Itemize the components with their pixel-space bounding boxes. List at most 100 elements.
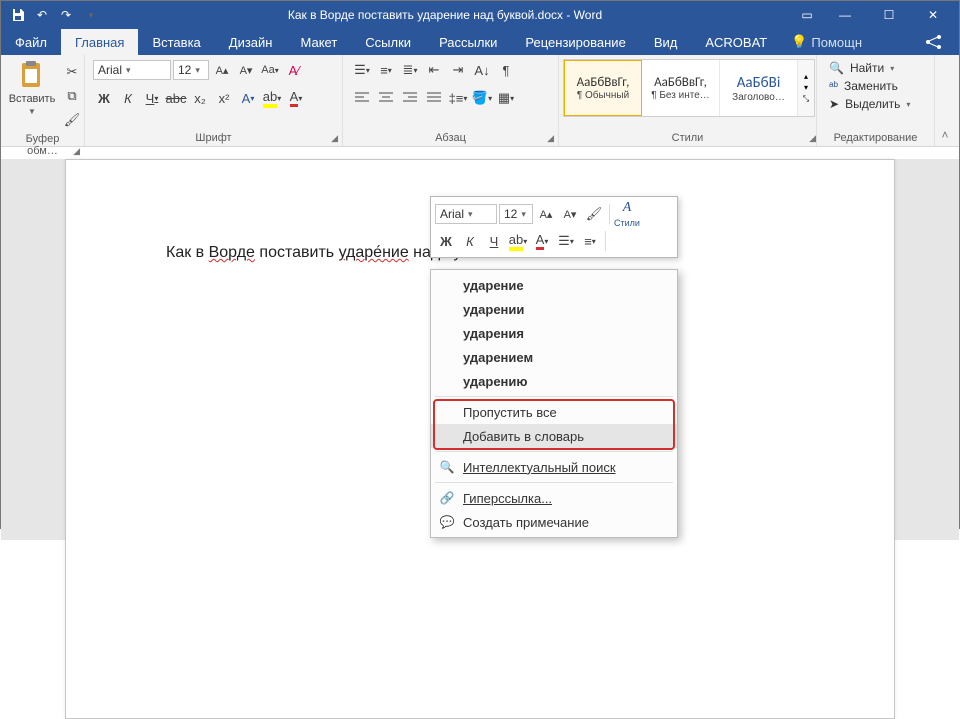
strike-button[interactable]: abc xyxy=(165,87,187,109)
suggestion-item[interactable]: ударении xyxy=(431,297,677,321)
collapse-ribbon-icon[interactable]: ˄ xyxy=(935,55,955,146)
font-size-combo[interactable]: 12▾ xyxy=(173,60,209,80)
tab-view[interactable]: Вид xyxy=(640,29,692,55)
suggestion-item[interactable]: ударением xyxy=(431,345,677,369)
tab-mailings[interactable]: Рассылки xyxy=(425,29,511,55)
numbering-icon[interactable]: ≡▾ xyxy=(375,59,397,81)
paragraph-launcher-icon[interactable]: ◢ xyxy=(547,133,554,144)
mini-underline-button[interactable]: Ч xyxy=(483,230,505,252)
misspelled-word[interactable]: Ворде xyxy=(209,244,255,261)
superscript-button[interactable]: x² xyxy=(213,87,235,109)
misspelled-word[interactable]: ударе́ние xyxy=(339,244,409,261)
tab-references[interactable]: Ссылки xyxy=(351,29,425,55)
tab-design[interactable]: Дизайн xyxy=(215,29,287,55)
grow-font-icon[interactable]: A▴ xyxy=(211,59,233,81)
select-button[interactable]: ➤Выделить ▾ xyxy=(825,95,914,113)
mini-numbering-icon[interactable]: ≡▾ xyxy=(579,230,601,252)
align-right-icon[interactable] xyxy=(399,87,421,109)
mini-format-painter-icon[interactable]: 🖌 xyxy=(583,203,605,225)
show-marks-icon[interactable]: ¶ xyxy=(495,59,517,81)
mini-shrink-font-icon[interactable]: A▾ xyxy=(559,203,581,225)
add-to-dictionary-item[interactable]: Добавить в словарь xyxy=(431,424,677,448)
multilevel-icon[interactable]: ≣▾ xyxy=(399,59,421,81)
mini-font-color-icon[interactable]: A▾ xyxy=(531,230,553,252)
bullets-icon[interactable]: ☰▾ xyxy=(351,59,373,81)
text-effects-icon[interactable]: A▾ xyxy=(237,87,259,109)
new-comment-item[interactable]: 💬Создать примечание xyxy=(431,510,677,534)
bold-button[interactable]: Ж xyxy=(93,87,115,109)
find-button[interactable]: 🔍Найти ▾ xyxy=(825,59,898,77)
tab-acrobat[interactable]: ACROBAT xyxy=(691,29,781,55)
group-font: Arial▾ 12▾ A▴ A▾ Aa▾ A⁄ Ж К Ч▾ abc x₂ x²… xyxy=(85,55,343,146)
styles-expand-icon[interactable]: ▴▾⤡ xyxy=(798,60,814,116)
qat-customize-icon[interactable] xyxy=(81,6,99,24)
mini-styles-button[interactable]: A Стили xyxy=(614,200,640,228)
shading-icon[interactable]: 🪣▾ xyxy=(471,87,493,109)
replace-button[interactable]: ᵃᵇЗаменить xyxy=(825,77,902,95)
justify-icon[interactable] xyxy=(423,87,445,109)
subscript-button[interactable]: x₂ xyxy=(189,87,211,109)
close-button[interactable]: ✕ xyxy=(911,1,955,29)
tell-me-label: Помощн xyxy=(811,35,862,50)
mini-italic-button[interactable]: К xyxy=(459,230,481,252)
font-color-icon[interactable]: A▾ xyxy=(285,87,307,109)
styles-launcher-icon[interactable]: ◢ xyxy=(809,133,816,144)
copy-icon[interactable]: ⧉ xyxy=(61,85,83,107)
mini-size-combo[interactable]: 12▾ xyxy=(499,204,533,224)
smart-lookup-item[interactable]: 🔍Интеллектуальный поиск xyxy=(431,455,677,479)
maximize-button[interactable]: ☐ xyxy=(867,1,911,29)
mini-font-combo[interactable]: Arial▾ xyxy=(435,204,497,224)
line-spacing-icon[interactable]: ‡≡▾ xyxy=(447,87,469,109)
mini-bullets-icon[interactable]: ☰▾ xyxy=(555,230,577,252)
font-launcher-icon[interactable]: ◢ xyxy=(331,133,338,144)
window-controls: ― ☐ ✕ xyxy=(823,1,955,29)
align-center-icon[interactable] xyxy=(375,87,397,109)
style-heading1[interactable]: АаБбВі Заголово… xyxy=(720,60,798,116)
tab-review[interactable]: Рецензирование xyxy=(511,29,639,55)
mini-grow-font-icon[interactable]: A▴ xyxy=(535,203,557,225)
group-paragraph-label: Абзац◢ xyxy=(351,130,550,144)
save-icon[interactable] xyxy=(9,6,27,24)
clipboard-launcher-icon[interactable]: ◢ xyxy=(73,146,80,157)
decrease-indent-icon[interactable]: ⇤ xyxy=(423,59,445,81)
cut-icon[interactable]: ✂ xyxy=(61,61,83,83)
tab-file[interactable]: Файл xyxy=(1,29,61,55)
tab-home[interactable]: Главная xyxy=(61,29,138,55)
tab-layout[interactable]: Макет xyxy=(286,29,351,55)
underline-button[interactable]: Ч▾ xyxy=(141,87,163,109)
suggestion-item[interactable]: ударения xyxy=(431,321,677,345)
highlight-icon[interactable]: ab▾ xyxy=(261,87,283,109)
increase-indent-icon[interactable]: ⇥ xyxy=(447,59,469,81)
borders-icon[interactable]: ▦▾ xyxy=(495,87,517,109)
style-no-spacing[interactable]: АаБбВвГг, ¶ Без инте… xyxy=(642,60,720,116)
paste-button[interactable]: Вставить ▼ xyxy=(9,59,55,116)
hyperlink-item[interactable]: 🔗Гиперссылка... xyxy=(431,486,677,510)
ignore-all-item[interactable]: Пропустить все xyxy=(431,400,677,424)
replace-icon: ᵃᵇ xyxy=(829,79,838,93)
paste-icon xyxy=(18,59,46,91)
mini-highlight-icon[interactable]: ab▾ xyxy=(507,230,529,252)
tab-insert[interactable]: Вставка xyxy=(138,29,214,55)
style-normal[interactable]: АаБбВвГг, ¶ Обычный xyxy=(564,60,642,116)
mini-bold-button[interactable]: Ж xyxy=(435,230,457,252)
styles-gallery[interactable]: АаБбВвГг, ¶ Обычный АаБбВвГг, ¶ Без инте… xyxy=(563,59,815,117)
align-left-icon[interactable] xyxy=(351,87,373,109)
redo-icon[interactable]: ↷ xyxy=(57,6,75,24)
minimize-button[interactable]: ― xyxy=(823,1,867,29)
ribbon-tabs: Файл Главная Вставка Дизайн Макет Ссылки… xyxy=(1,29,959,55)
suggestion-item[interactable]: ударению xyxy=(431,369,677,393)
suggestion-item[interactable]: ударение xyxy=(431,273,677,297)
ribbon-display-options-icon[interactable]: ▭ xyxy=(791,1,823,29)
sort-icon[interactable]: A↓ xyxy=(471,59,493,81)
italic-button[interactable]: К xyxy=(117,87,139,109)
undo-icon[interactable]: ↶ xyxy=(33,6,51,24)
menu-separator xyxy=(435,482,673,483)
group-styles: АаБбВвГг, ¶ Обычный АаБбВвГг, ¶ Без инте… xyxy=(559,55,817,146)
font-name-combo[interactable]: Arial▾ xyxy=(93,60,171,80)
change-case-icon[interactable]: Aa▾ xyxy=(259,59,281,81)
tell-me[interactable]: 💡 Помощн xyxy=(781,29,872,55)
format-painter-icon[interactable]: 🖌 xyxy=(61,109,83,131)
shrink-font-icon[interactable]: A▾ xyxy=(235,59,257,81)
clear-formatting-icon[interactable]: A⁄ xyxy=(283,59,305,81)
share-button[interactable] xyxy=(911,29,959,55)
